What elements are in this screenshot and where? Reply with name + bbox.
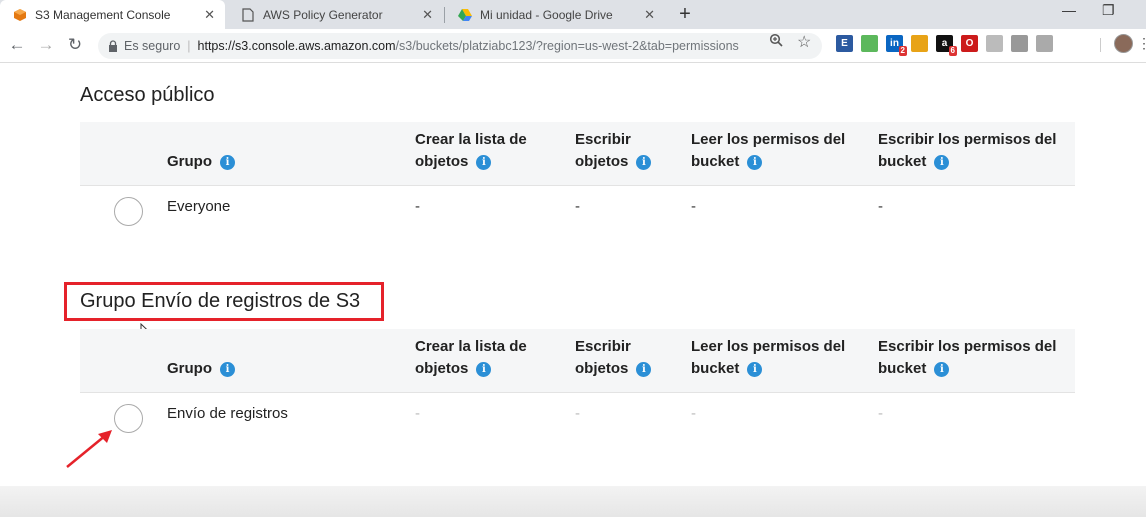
browser-toolbar: ← → ↻ Es seguro | https://s3.console.aws… bbox=[0, 29, 1146, 63]
toolbar-separator bbox=[1100, 38, 1101, 52]
back-icon[interactable]: ← bbox=[6, 34, 28, 56]
cell-escribir-permisos: - bbox=[878, 198, 883, 215]
extension-badge: 2 bbox=[898, 46, 907, 56]
extension-glyph: a bbox=[941, 38, 948, 49]
cell-leer-permisos: - bbox=[691, 405, 696, 422]
url-host: https://s3.console.aws.amazon.com bbox=[197, 39, 396, 53]
avatar[interactable] bbox=[1114, 34, 1133, 53]
info-icon[interactable]: i bbox=[220, 155, 235, 170]
tab-title: Mi unidad - Google Drive bbox=[480, 7, 613, 22]
extension-badge: 6 bbox=[948, 46, 957, 56]
cell-leer-permisos: - bbox=[691, 198, 696, 215]
google-drive-icon bbox=[457, 7, 473, 23]
info-icon[interactable]: i bbox=[934, 362, 950, 377]
info-icon[interactable]: i bbox=[747, 362, 763, 377]
ext-page-icon[interactable] bbox=[986, 35, 1003, 52]
bookmark-star-icon[interactable]: ☆ bbox=[797, 32, 811, 52]
info-icon[interactable]: i bbox=[636, 155, 652, 170]
close-tab-icon[interactable]: ✕ bbox=[204, 7, 215, 23]
info-icon[interactable]: i bbox=[476, 362, 492, 377]
section-title-acceso-publico: Acceso público bbox=[80, 84, 215, 106]
red-highlight-annotation bbox=[64, 282, 384, 321]
header-escribir-objetos: Escribir objetos i bbox=[575, 129, 652, 173]
linkedin-icon[interactable]: in 2 bbox=[886, 35, 907, 56]
menu-icon[interactable]: ⋮ bbox=[1137, 35, 1146, 52]
amazon-icon[interactable]: a6 bbox=[936, 35, 957, 56]
address-bar[interactable]: Es seguro | https://s3.console.aws.amazo… bbox=[98, 33, 822, 59]
header-escribir-permisos-bucket: Escribir los permisos del bucket i bbox=[878, 131, 1057, 170]
header-leer-permisos-bucket: Leer los permisos del bucket i bbox=[691, 338, 846, 377]
ext-cloud-icon[interactable] bbox=[1011, 35, 1028, 52]
header-grupo: Grupo i bbox=[167, 151, 235, 173]
header-escribir-permisos-bucket: Escribir los permisos del bucket i bbox=[878, 338, 1057, 377]
extension-glyph: E bbox=[841, 38, 848, 49]
header-crear-lista-objetos: Crear la lista de objetos i bbox=[415, 338, 527, 377]
info-icon[interactable]: i bbox=[934, 155, 950, 170]
table-header: Grupo i Crear la lista de objetos i Escribi… bbox=[80, 122, 1075, 186]
zoom-icon[interactable] bbox=[769, 33, 783, 50]
cell-crear-lista: - bbox=[415, 405, 420, 422]
tab-aws-policy-generator[interactable]: AWS Policy Generator ✕ bbox=[228, 0, 443, 29]
new-tab-button[interactable]: + bbox=[674, 3, 696, 26]
reload-icon[interactable]: ↻ bbox=[64, 34, 86, 56]
document-icon bbox=[240, 7, 256, 23]
group-name: Everyone bbox=[167, 198, 231, 215]
ext-circle-icon[interactable] bbox=[1036, 35, 1053, 52]
tab-title: S3 Management Console bbox=[35, 7, 171, 22]
cell-escribir-objetos: - bbox=[575, 405, 580, 422]
ext-triangle-icon[interactable] bbox=[911, 35, 928, 52]
minimize-window-icon[interactable]: — bbox=[1062, 2, 1076, 18]
header-leer-permisos-bucket: Leer los permisos del bucket i bbox=[691, 131, 846, 170]
info-icon[interactable]: i bbox=[636, 362, 652, 377]
info-icon[interactable]: i bbox=[476, 155, 492, 170]
restore-window-icon[interactable]: ❐ bbox=[1102, 2, 1115, 19]
table-header: Grupo i Crear la lista de objetos i Escribi… bbox=[80, 329, 1075, 393]
header-crear-lista-objetos: Crear la lista de objetos i bbox=[415, 131, 527, 170]
radio-everyone[interactable] bbox=[114, 197, 143, 226]
close-tab-icon[interactable]: ✕ bbox=[422, 7, 433, 23]
tab-google-drive[interactable]: Mi unidad - Google Drive ✕ bbox=[445, 0, 665, 29]
aws-icon bbox=[12, 7, 28, 23]
group-name: Envío de registros bbox=[167, 405, 288, 422]
cell-escribir-objetos: - bbox=[575, 198, 580, 215]
cell-crear-lista: - bbox=[415, 198, 420, 215]
close-tab-icon[interactable]: ✕ bbox=[644, 7, 655, 23]
forward-icon[interactable]: → bbox=[35, 34, 57, 56]
tab-s3-management-console[interactable]: S3 Management Console ✕ bbox=[0, 0, 225, 29]
page-bottom-shadow bbox=[0, 486, 1146, 517]
s3-permissions-page: Acceso público Grupo i Crear la lista de o… bbox=[0, 64, 1146, 517]
cell-escribir-permisos: - bbox=[878, 405, 883, 422]
extension-glyph: O bbox=[965, 38, 974, 49]
tab-title: AWS Policy Generator bbox=[263, 7, 383, 22]
ext-green-tray-icon[interactable] bbox=[861, 35, 878, 52]
tab-strip: S3 Management Console ✕ AWS Policy Gener… bbox=[0, 0, 1146, 29]
header-escribir-objetos: Escribir objetos i bbox=[575, 336, 652, 380]
address-separator: | bbox=[187, 39, 191, 53]
header-grupo: Grupo i bbox=[167, 358, 235, 380]
url-path: /s3/buckets/platziabc123/?region=us-west… bbox=[395, 39, 739, 53]
opera-icon[interactable]: O bbox=[961, 35, 978, 52]
ext-blue-square-icon[interactable]: E bbox=[836, 35, 853, 52]
secure-label: Es seguro bbox=[124, 39, 181, 53]
extension-glyph: in bbox=[890, 38, 899, 49]
red-arrow-annotation bbox=[60, 424, 120, 479]
info-icon[interactable]: i bbox=[220, 362, 235, 377]
lock-icon bbox=[108, 40, 118, 52]
info-icon[interactable]: i bbox=[747, 155, 763, 170]
